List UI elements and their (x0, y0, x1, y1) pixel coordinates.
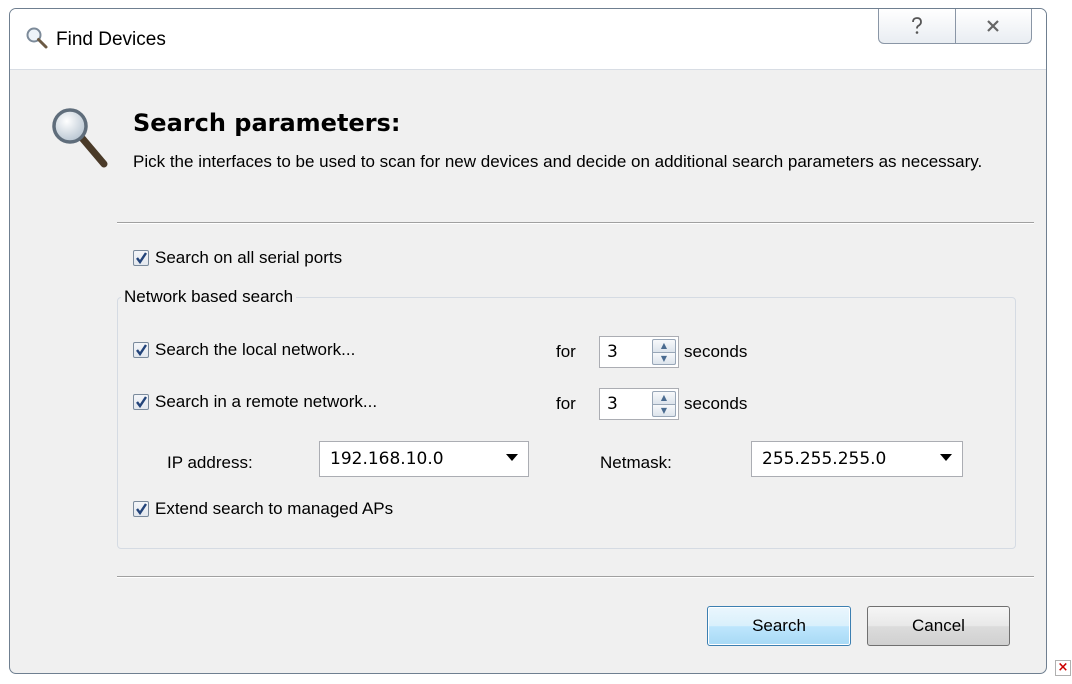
help-button[interactable] (879, 9, 956, 43)
remote-seconds-spinbox[interactable]: 3 ▲ ▼ (599, 388, 679, 420)
close-button[interactable] (956, 9, 1032, 43)
separator-top (117, 222, 1034, 224)
checkmark-icon (136, 396, 147, 409)
spin-up-button[interactable]: ▲ (652, 391, 676, 405)
close-icon (987, 20, 1000, 32)
serial-ports-checkbox[interactable] (133, 250, 149, 266)
remote-seconds-value: 3 (607, 394, 618, 414)
serial-ports-option[interactable]: Search on all serial ports (133, 248, 342, 268)
search-button[interactable]: Search (707, 606, 851, 646)
checkmark-icon (136, 344, 147, 357)
local-network-label: Search the local network... (155, 340, 356, 359)
broken-image-icon: × (1055, 660, 1071, 676)
checkmark-icon (136, 503, 147, 516)
page-description: Pick the interfaces to be used to scan f… (133, 152, 983, 171)
dropdown-arrow-icon (940, 454, 952, 461)
ip-address-value: 192.168.10.0 (330, 449, 444, 469)
local-seconds-unit: seconds (684, 342, 748, 361)
local-seconds-spinbox[interactable]: 3 ▲ ▼ (599, 336, 679, 368)
remote-network-option[interactable]: Search in a remote network... (133, 392, 377, 412)
spin-up-button[interactable]: ▲ (652, 339, 676, 353)
find-devices-dialog: Find Devices Search parameters: Pick the… (9, 8, 1047, 674)
spin-down-button[interactable]: ▼ (652, 352, 676, 365)
spin-down-button[interactable]: ▼ (652, 404, 676, 417)
arrow-up-icon: ▲ (660, 341, 668, 351)
managed-aps-checkbox[interactable] (133, 501, 149, 517)
netmask-value: 255.255.255.0 (762, 449, 887, 469)
ip-address-label: IP address: (167, 453, 253, 472)
local-network-checkbox[interactable] (133, 342, 149, 358)
separator-bottom (117, 576, 1034, 578)
help-icon (911, 17, 922, 34)
magnifier-icon (52, 108, 108, 168)
local-for-label: for (556, 342, 576, 361)
title-bar[interactable]: Find Devices (10, 9, 1046, 70)
netmask-combobox[interactable]: 255.255.255.0 (751, 441, 963, 477)
network-group-label: Network based search (121, 287, 297, 307)
remote-seconds-unit: seconds (684, 394, 748, 413)
checkmark-icon (136, 252, 147, 265)
cancel-button[interactable]: Cancel (867, 606, 1010, 646)
netmask-label: Netmask: (600, 453, 672, 472)
managed-aps-option[interactable]: Extend search to managed APs (133, 499, 393, 519)
remote-network-label: Search in a remote network... (155, 392, 378, 411)
arrow-up-icon: ▲ (660, 393, 668, 403)
page-heading: Search parameters: (133, 109, 401, 137)
dropdown-arrow-icon (506, 454, 518, 461)
arrow-down-icon: ▼ (660, 353, 668, 363)
ip-address-combobox[interactable]: 192.168.10.0 (319, 441, 529, 477)
arrow-down-icon: ▼ (660, 405, 668, 415)
search-icon (26, 27, 48, 49)
serial-ports-label: Search on all serial ports (155, 248, 343, 267)
remote-network-checkbox[interactable] (133, 394, 149, 410)
window-title: Find Devices (56, 29, 166, 50)
local-network-option[interactable]: Search the local network... (133, 340, 355, 360)
caption-buttons (878, 9, 1032, 44)
managed-aps-label: Extend search to managed APs (155, 499, 394, 518)
remote-for-label: for (556, 394, 576, 413)
local-seconds-value: 3 (607, 342, 618, 362)
